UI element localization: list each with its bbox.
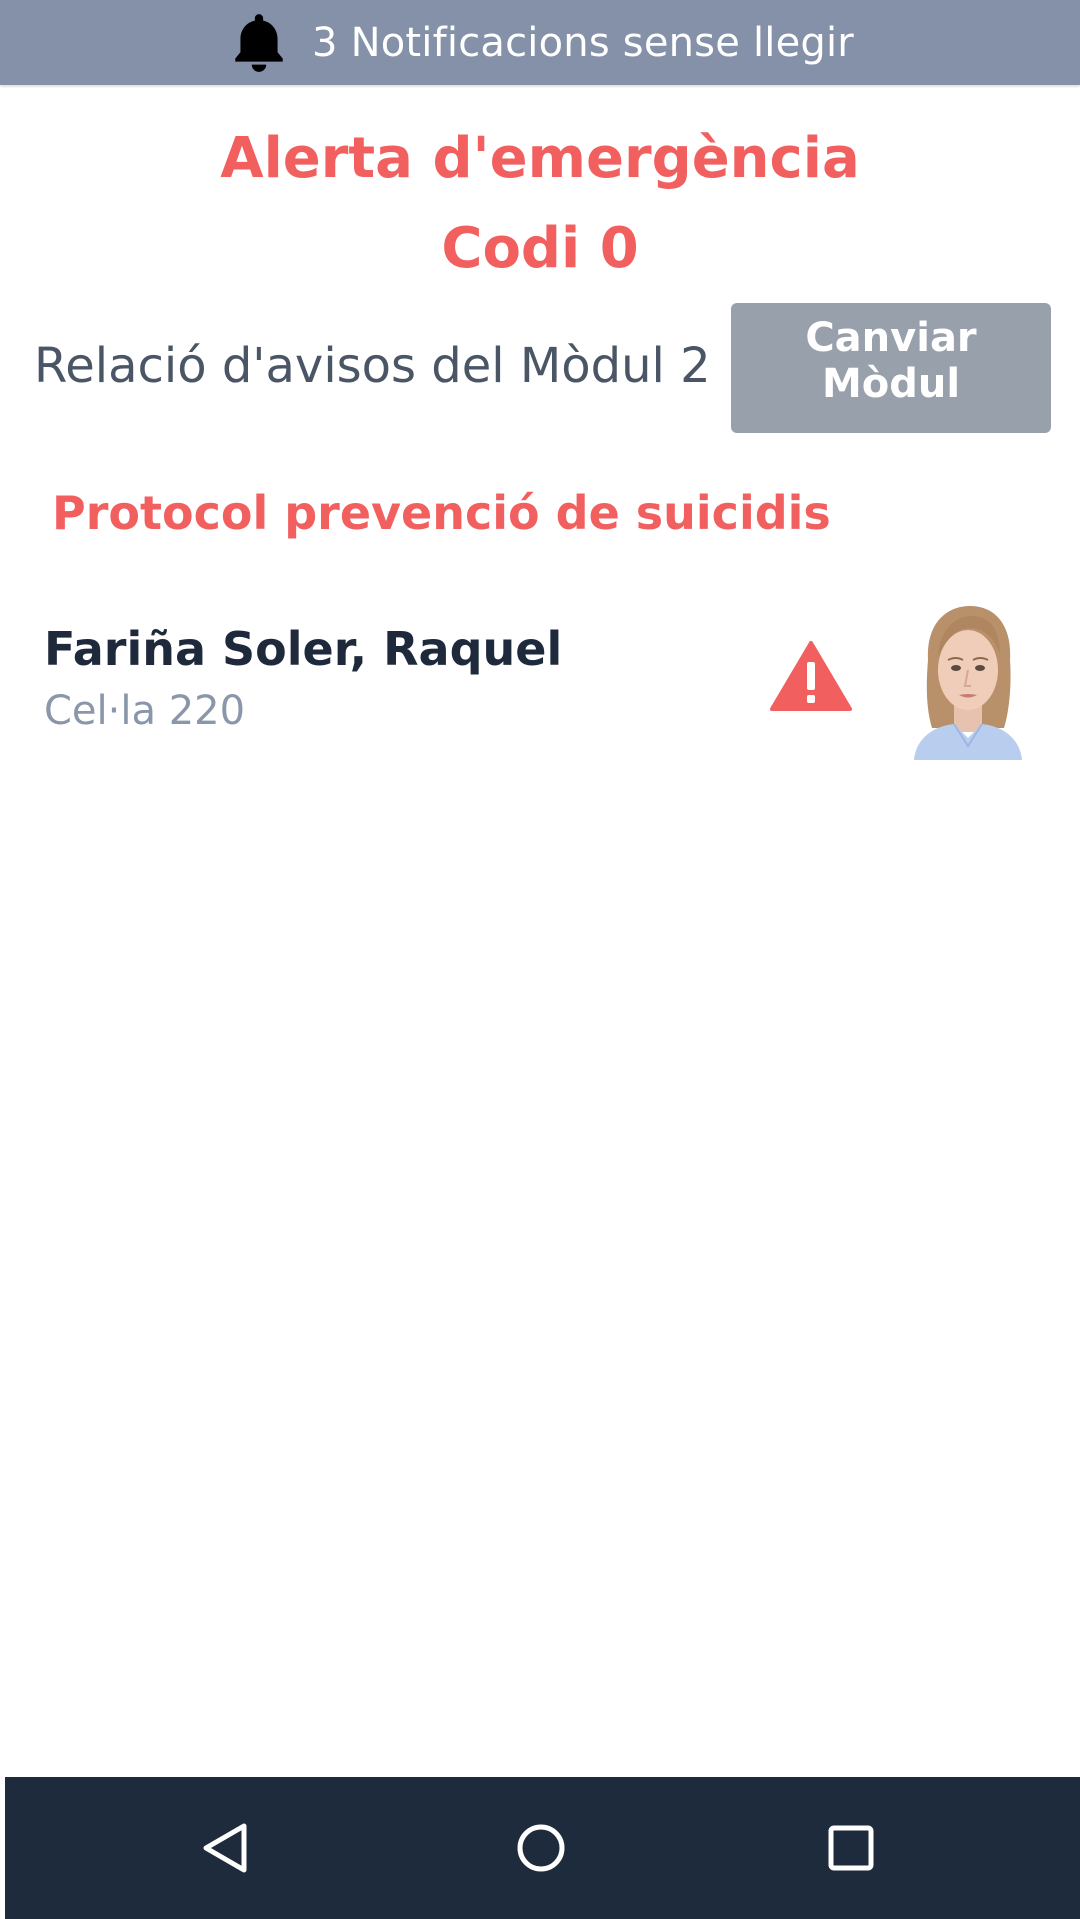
warning-icon: [770, 641, 852, 711]
protocol-title: Protocol prevenció de suicidis: [52, 486, 831, 540]
navigation-bar: [5, 1777, 1080, 1919]
alert-title: Alerta d'emergència: [220, 126, 860, 191]
avatar: [908, 598, 1027, 760]
patient-cell: Cel·la 220: [44, 688, 246, 734]
back-button[interactable]: [156, 1777, 296, 1919]
recents-button[interactable]: [781, 1777, 921, 1919]
notification-text: 3 Notificacions sense llegir: [312, 19, 854, 66]
change-module-button[interactable]: Canviar Mòdul: [731, 303, 1051, 433]
bell-icon: [235, 13, 283, 72]
home-icon: [517, 1824, 565, 1872]
module-label: Relació d'avisos del Mòdul 2: [34, 338, 711, 394]
recents-icon: [828, 1825, 874, 1871]
screen: 3 Notificacions sense llegir Alerta d'em…: [0, 0, 1080, 1919]
patient-name: Fariña Soler, Raquel: [44, 622, 563, 676]
home-button[interactable]: [471, 1777, 611, 1919]
back-icon: [203, 1823, 247, 1873]
notification-banner[interactable]: 3 Notificacions sense llegir: [226, 10, 854, 76]
alert-code: Codi 0: [441, 216, 639, 281]
list-item[interactable]: Fariña Soler, Raquel Cel·la 220: [0, 590, 1080, 765]
notification-bar[interactable]: 3 Notificacions sense llegir: [0, 0, 1080, 85]
